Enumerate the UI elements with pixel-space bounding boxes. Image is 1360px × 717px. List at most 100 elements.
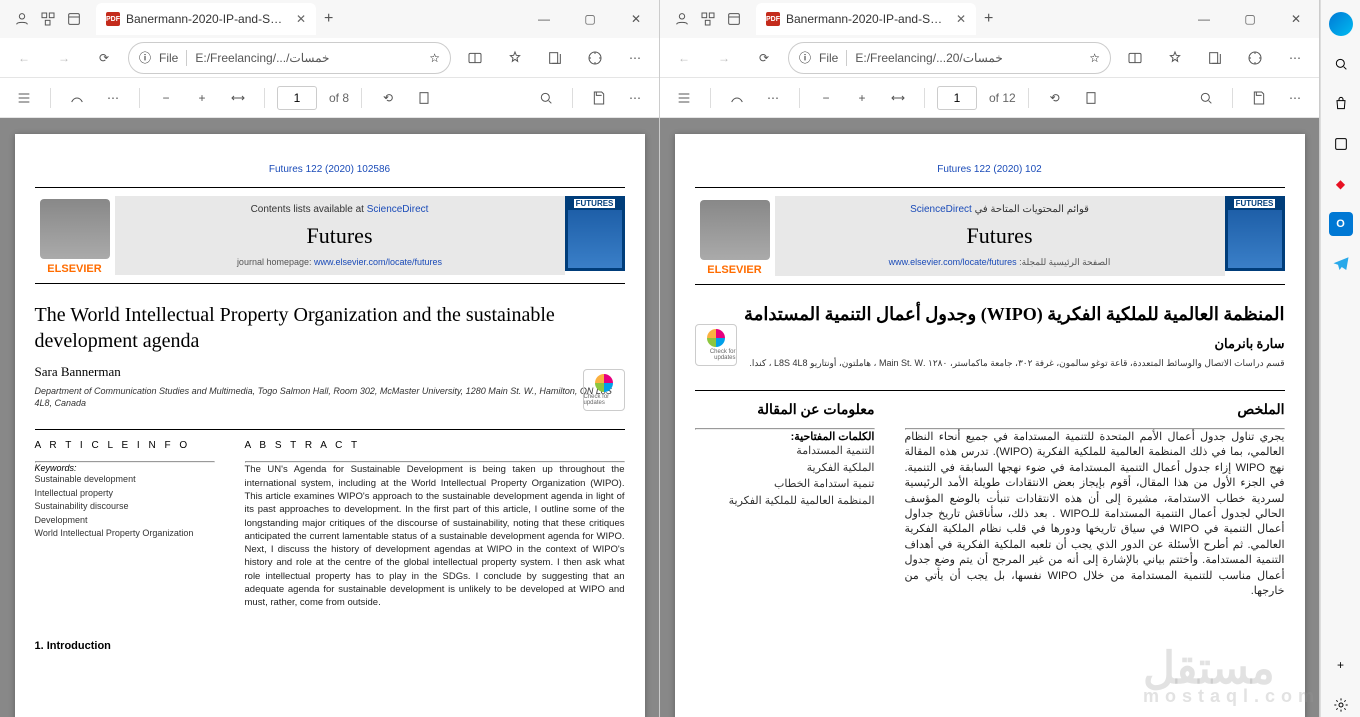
collections-icon[interactable] — [1199, 42, 1231, 74]
pdf-viewer[interactable]: Futures 122 (2020) 102 ELSEVIER قوائم ال… — [660, 118, 1319, 717]
journal-ref-link[interactable]: Futures 122 (2020) 102586 — [35, 164, 625, 175]
page-view-icon[interactable] — [1077, 84, 1105, 112]
games-icon[interactable]: ◆ — [1329, 172, 1353, 196]
draw-icon[interactable] — [723, 84, 751, 112]
tab-actions-icon[interactable] — [66, 11, 82, 27]
close-tab-icon[interactable]: ✕ — [956, 12, 966, 26]
collections-icon[interactable] — [539, 42, 571, 74]
toolbar-more-icon[interactable]: ⋯ — [759, 84, 787, 112]
keywords-label: Keywords: — [35, 463, 215, 473]
extensions-icon[interactable] — [579, 42, 611, 74]
draw-icon[interactable] — [63, 84, 91, 112]
sciencedirect-link[interactable]: ScienceDirect — [910, 204, 972, 215]
refresh-button[interactable]: ⟳ — [88, 42, 120, 74]
search-rail-icon[interactable] — [1329, 52, 1353, 76]
maximize-button[interactable]: ▢ — [1227, 0, 1273, 38]
fit-width-icon[interactable] — [224, 84, 252, 112]
telegram-icon[interactable] — [1329, 252, 1353, 276]
save-icon[interactable] — [585, 84, 613, 112]
close-window-button[interactable]: ✕ — [1273, 0, 1319, 38]
zoom-in-button[interactable]: + — [848, 84, 876, 112]
sciencedirect-link[interactable]: ScienceDirect — [367, 204, 429, 215]
more-icon[interactable]: ⋯ — [619, 42, 651, 74]
edge-sidebar: ◆ O + — [1320, 0, 1360, 717]
refresh-button[interactable]: ⟳ — [748, 42, 780, 74]
address-bar: ← → ⟳ ⓘ File E:/Freelancing/...20/خمسات … — [660, 38, 1319, 78]
url-box[interactable]: ⓘ File E:/Freelancing/.../خمسات ☆ — [128, 42, 451, 74]
keywords-list: التنمية المستدامة الملكية الفكرية تنمية … — [695, 443, 875, 509]
browser-tab[interactable]: PDF Banermann-2020-IP-and-SDGs-A ✕ — [756, 3, 976, 35]
save-icon[interactable] — [1245, 84, 1273, 112]
more-icon[interactable]: ⋯ — [1279, 42, 1311, 74]
affiliation: قسم دراسات الاتصال والوسائط المتعددة، قا… — [695, 358, 1285, 370]
extensions-icon[interactable] — [1239, 42, 1271, 74]
homepage-link[interactable]: www.elsevier.com/locate/futures — [889, 257, 1017, 267]
check-updates-badge[interactable]: Check for updates — [695, 324, 737, 366]
page-count: of 8 — [329, 91, 349, 105]
favorites-icon[interactable] — [1159, 42, 1191, 74]
toolbar-settings-icon[interactable]: ⋯ — [621, 84, 649, 112]
favorite-icon[interactable]: ☆ — [1089, 51, 1100, 65]
forward-button: → — [48, 42, 80, 74]
back-button[interactable]: ← — [668, 42, 700, 74]
info-icon[interactable]: ⓘ — [799, 49, 811, 66]
zoom-in-button[interactable]: + — [188, 84, 216, 112]
article-title: المنظمة العالمية للملكية الفكرية (WIPO) … — [695, 303, 1285, 326]
contents-icon[interactable] — [670, 84, 698, 112]
section-header: 1. Introduction — [35, 640, 625, 652]
contents-icon[interactable] — [10, 84, 38, 112]
url-scheme: File — [159, 51, 178, 65]
maximize-button[interactable]: ▢ — [567, 0, 613, 38]
homepage-link[interactable]: www.elsevier.com/locate/futures — [314, 257, 442, 267]
pdf-toolbar: ⋯ − + of 8 ⟲ ⋯ — [0, 78, 659, 118]
rotate-icon[interactable]: ⟲ — [1041, 84, 1069, 112]
zoom-out-button[interactable]: − — [152, 84, 180, 112]
search-icon[interactable] — [1192, 84, 1220, 112]
favorite-icon[interactable]: ☆ — [429, 51, 440, 65]
pdf-icon: PDF — [106, 12, 120, 26]
tab-actions-icon[interactable] — [726, 11, 742, 27]
close-tab-icon[interactable]: ✕ — [296, 12, 306, 26]
profile-icon[interactable] — [674, 11, 690, 27]
split-screen-icon[interactable] — [1119, 42, 1151, 74]
shopping-icon[interactable] — [1329, 92, 1353, 116]
workspaces-icon[interactable] — [700, 11, 716, 27]
profile-icon[interactable] — [14, 11, 30, 27]
page-number-input[interactable] — [937, 86, 977, 110]
zoom-out-button[interactable]: − — [812, 84, 840, 112]
page-number-input[interactable] — [277, 86, 317, 110]
outlook-icon[interactable]: O — [1329, 212, 1353, 236]
toolbar-settings-icon[interactable]: ⋯ — [1281, 84, 1309, 112]
journal-cover: FUTURES — [1225, 196, 1285, 271]
article-info-header: معلومات عن المقالة — [695, 401, 875, 418]
settings-rail-icon[interactable] — [1329, 693, 1353, 717]
minimize-button[interactable]: — — [521, 0, 567, 38]
tools-icon[interactable] — [1329, 132, 1353, 156]
titlebar: PDF Banermann-2020-IP-and-SDGs-A ✕ + — ▢… — [660, 0, 1319, 38]
split-screen-icon[interactable] — [459, 42, 491, 74]
new-tab-button[interactable]: + — [324, 10, 333, 28]
minimize-button[interactable]: — — [1181, 0, 1227, 38]
favorites-icon[interactable] — [499, 42, 531, 74]
check-updates-badge[interactable]: Check for updates — [583, 369, 625, 411]
journal-name: Futures — [135, 223, 545, 249]
pdf-page: Futures 122 (2020) 102 ELSEVIER قوائم ال… — [675, 134, 1305, 717]
url-box[interactable]: ⓘ File E:/Freelancing/...20/خمسات ☆ — [788, 42, 1111, 74]
elsevier-logo: ELSEVIER — [35, 196, 115, 275]
close-window-button[interactable]: ✕ — [613, 0, 659, 38]
workspaces-icon[interactable] — [40, 11, 56, 27]
pdf-viewer[interactable]: Futures 122 (2020) 102586 ELSEVIER Conte… — [0, 118, 659, 717]
copilot-icon[interactable] — [1329, 12, 1353, 36]
journal-ref-link[interactable]: Futures 122 (2020) 102 — [695, 164, 1285, 175]
browser-tab[interactable]: PDF Banermann-2020-IP-and-SDGs - ✕ — [96, 3, 316, 35]
fit-width-icon[interactable] — [884, 84, 912, 112]
back-button[interactable]: ← — [8, 42, 40, 74]
rotate-icon[interactable]: ⟲ — [374, 84, 402, 112]
add-rail-icon[interactable]: + — [1329, 653, 1353, 677]
forward-button: → — [708, 42, 740, 74]
toolbar-more-icon[interactable]: ⋯ — [99, 84, 127, 112]
page-view-icon[interactable] — [410, 84, 438, 112]
search-icon[interactable] — [532, 84, 560, 112]
new-tab-button[interactable]: + — [984, 10, 993, 28]
info-icon[interactable]: ⓘ — [139, 49, 151, 66]
